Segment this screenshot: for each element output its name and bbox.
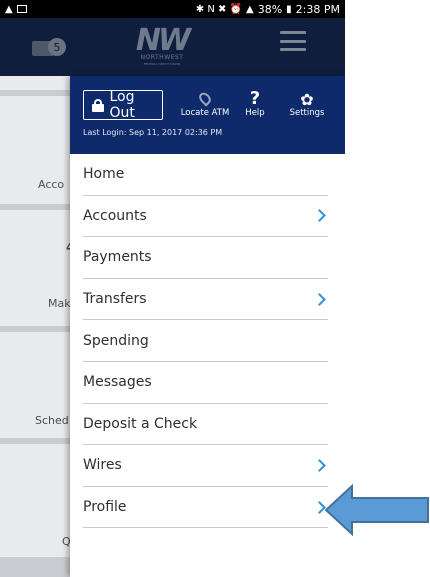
- message-notification-icon: [16, 5, 27, 13]
- question-mark-icon: ?: [249, 88, 261, 109]
- messages-button[interactable]: 5: [32, 38, 68, 58]
- gear-icon: ✿: [300, 90, 314, 109]
- background-content: Acco 4 Mak Sched Q: [0, 76, 74, 577]
- app-header: 5 NW NORTHWEST FEDERAL CREDIT UNION: [0, 18, 345, 76]
- left-arrow-icon: [324, 484, 429, 536]
- chevron-right-icon: [313, 292, 326, 306]
- help-label: Help: [245, 108, 265, 118]
- locate-atm-label: Locate ATM: [180, 108, 230, 118]
- log-out-button[interactable]: Log Out: [83, 89, 163, 121]
- settings-label: Settings: [289, 108, 325, 118]
- drawer-menu: Home Accounts Payments Transfers Spendin…: [70, 154, 345, 529]
- map-pin-icon: [196, 90, 214, 107]
- log-out-label: Log Out: [109, 89, 135, 121]
- bg-label-schedule: Sched: [35, 414, 69, 427]
- chevron-right-icon: [313, 459, 326, 472]
- last-login-text: Last Login: Sep 11, 2017 02:36 PM: [83, 128, 223, 137]
- phone-screen: ▲ ✱ N ✖ ⏰ ▲ 38% ▮ 2:38 PM 5 NW NORTHWEST…: [0, 0, 345, 577]
- logo-mark: NW: [135, 23, 191, 58]
- status-left: ▲: [5, 4, 27, 15]
- menu-item-label: Wires: [83, 457, 122, 474]
- menu-item-deposit-check[interactable]: Deposit a Check: [83, 404, 328, 446]
- divider: [0, 438, 70, 444]
- chevron-right-icon: [313, 209, 326, 223]
- bg-label-make: Mak: [48, 297, 71, 310]
- menu-item-wires[interactable]: Wires: [83, 445, 328, 487]
- hamburger-menu-icon[interactable]: [280, 31, 306, 51]
- signal-icon: ▲: [246, 3, 254, 15]
- menu-item-spending[interactable]: Spending: [83, 320, 328, 362]
- battery-percent: 38%: [257, 2, 283, 16]
- locate-atm-button[interactable]: Locate ATM: [177, 88, 233, 118]
- menu-item-payments[interactable]: Payments: [83, 237, 328, 279]
- menu-item-profile[interactable]: Profile: [83, 487, 328, 529]
- bottom-bar: [0, 557, 70, 577]
- navigation-drawer: Log Out Last Login: Sep 11, 2017 02:36 P…: [70, 76, 345, 577]
- menu-item-label: Messages: [83, 374, 152, 391]
- menu-item-label: Payments: [83, 249, 152, 266]
- settings-button[interactable]: ✿ Settings: [285, 88, 329, 119]
- bg-label-accounts: Acco: [38, 178, 65, 191]
- menu-item-label: Spending: [83, 332, 149, 349]
- menu-item-label: Transfers: [83, 291, 147, 308]
- status-glyphs: ✱ N ✖ ⏰: [195, 3, 242, 15]
- menu-item-home[interactable]: Home: [83, 154, 328, 196]
- menu-item-messages[interactable]: Messages: [83, 362, 328, 404]
- message-count-badge: 5: [48, 38, 66, 56]
- menu-item-label: Accounts: [83, 207, 147, 224]
- drawer-header: Log Out Last Login: Sep 11, 2017 02:36 P…: [70, 76, 345, 154]
- menu-item-accounts[interactable]: Accounts: [83, 196, 328, 238]
- northwest-logo: NW NORTHWEST FEDERAL CREDIT UNION: [128, 23, 196, 67]
- menu-item-transfers[interactable]: Transfers: [83, 279, 328, 321]
- battery-icon: ▮: [286, 3, 292, 15]
- divider: [0, 204, 70, 210]
- menu-item-label: Home: [83, 166, 125, 183]
- menu-item-label: Deposit a Check: [83, 415, 198, 432]
- divider: [0, 326, 70, 332]
- notification-icon: ▲: [5, 3, 13, 15]
- menu-item-label: Profile: [83, 499, 127, 516]
- clock-time: 2:38 PM: [295, 2, 340, 16]
- logo-sub: FEDERAL CREDIT UNION: [143, 62, 181, 66]
- status-bar: ▲ ✱ N ✖ ⏰ ▲ 38% ▮ 2:38 PM: [0, 0, 345, 18]
- lock-icon: [92, 99, 104, 112]
- status-right: ✱ N ✖ ⏰ ▲ 38% ▮ 2:38 PM: [196, 3, 340, 16]
- divider: [0, 90, 70, 96]
- help-button[interactable]: ? Help: [241, 88, 269, 119]
